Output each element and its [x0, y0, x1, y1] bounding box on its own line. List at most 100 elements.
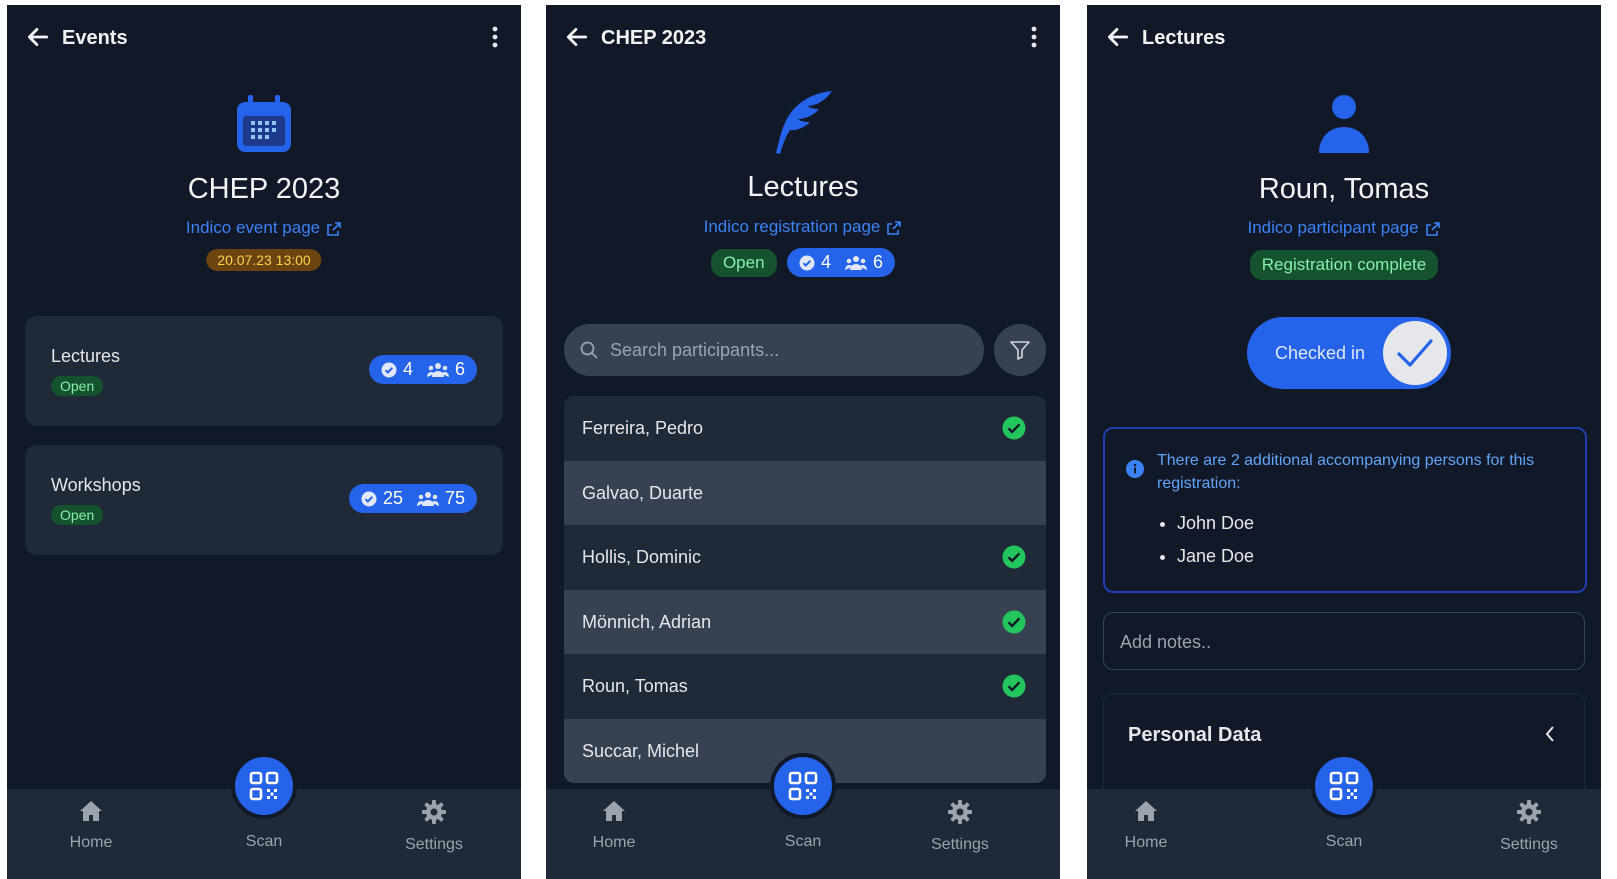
- checked-in-icon: [1002, 610, 1026, 633]
- top-bar: Lectures: [1087, 5, 1601, 67]
- external-link-icon: [327, 221, 341, 236]
- gear-icon: [948, 800, 972, 824]
- total-count: 75: [444, 488, 465, 508]
- notes-input[interactable]: [1118, 613, 1562, 671]
- indico-participant-link[interactable]: Indico participant page: [1087, 218, 1601, 238]
- participant-row[interactable]: Hollis, Dominic: [564, 525, 1046, 590]
- nav-label: Home: [1124, 834, 1168, 851]
- more-options-icon[interactable]: [491, 23, 499, 51]
- top-bar-title: Lectures: [1142, 27, 1226, 49]
- regform-card-lectures[interactable]: Lectures Open 4 6: [25, 316, 503, 426]
- nav-settings[interactable]: Settings: [1479, 799, 1579, 854]
- link-text[interactable]: Indico participant page: [1247, 218, 1418, 237]
- bottom-nav: Home Scan Settings: [1087, 753, 1601, 879]
- nav-home[interactable]: Home: [41, 799, 141, 852]
- info-icon: [1126, 460, 1144, 478]
- link-text[interactable]: Indico event page: [186, 218, 320, 237]
- back-arrow-icon[interactable]: [1105, 24, 1131, 50]
- participant-name: Mönnich, Adrian: [582, 611, 712, 632]
- link-text[interactable]: Indico registration page: [704, 217, 881, 236]
- regform-title: Lectures: [747, 171, 859, 203]
- checked-count: 25: [382, 488, 403, 508]
- nav-settings[interactable]: Settings: [384, 799, 484, 854]
- nav-settings[interactable]: Settings: [910, 799, 1010, 854]
- nav-scan-label[interactable]: Scan: [785, 833, 821, 851]
- search-icon: [580, 341, 598, 359]
- stats-badge: 4 6: [368, 355, 477, 384]
- chevron-left-icon[interactable]: [1544, 724, 1556, 744]
- search-placeholder: Search participants...: [610, 340, 780, 360]
- status-badge: Open: [51, 376, 104, 396]
- event-date-badge: 20.07.23 13:00: [206, 249, 322, 271]
- back-arrow-icon[interactable]: [25, 24, 51, 50]
- total-count: 6: [873, 252, 884, 272]
- toggle-knob[interactable]: [1383, 321, 1447, 385]
- checked-in-icon: [1002, 674, 1026, 698]
- status-badge: Open: [710, 248, 777, 277]
- check-circle-icon: [381, 362, 397, 377]
- checkmark-icon: [1397, 339, 1433, 367]
- status-badge: Open: [51, 505, 104, 525]
- stats-badge: 25 75: [348, 484, 477, 513]
- filter-button[interactable]: [994, 324, 1046, 376]
- checked-in-icon: [1002, 416, 1026, 440]
- nav-home[interactable]: Home: [1096, 799, 1196, 852]
- participant-row[interactable]: Ferreira, Pedro: [564, 396, 1046, 461]
- scan-button[interactable]: [1311, 753, 1377, 819]
- section-title: Personal Data: [1128, 724, 1262, 746]
- home-icon: [80, 801, 102, 821]
- checked-count: 4: [402, 359, 413, 379]
- person-item: Jane Doe: [1177, 540, 1254, 573]
- indico-registration-link[interactable]: Indico registration page: [546, 217, 1060, 237]
- nav-home[interactable]: Home: [564, 799, 664, 852]
- participant-list: Ferreira, Pedro Galvao, Duarte Hollis, Dom…: [564, 396, 1046, 783]
- check-circle-icon: [799, 255, 815, 270]
- nav-scan-label[interactable]: Scan: [1326, 833, 1362, 851]
- check-circle-icon: [361, 491, 377, 506]
- participant-row[interactable]: Mönnich, Adrian: [564, 589, 1046, 654]
- users-icon: [416, 491, 439, 506]
- stats-badge: 4 6: [787, 248, 896, 277]
- back-arrow-icon[interactable]: [564, 24, 590, 50]
- checked-count: 4: [821, 252, 832, 272]
- nav-scan-label[interactable]: Scan: [246, 833, 282, 851]
- events-screen: Events CHEP 2023 Indico event page 20.07…: [7, 5, 521, 879]
- search-input[interactable]: Search participants...: [564, 324, 984, 376]
- filter-icon: [1010, 341, 1030, 360]
- calendar-icon: [237, 95, 291, 152]
- checked-in-icon: [1002, 545, 1026, 569]
- top-bar-title: Events: [62, 27, 128, 49]
- scan-button[interactable]: [231, 753, 297, 819]
- info-message: There are 2 additional accompanying pers…: [1157, 452, 1535, 492]
- gear-icon: [422, 800, 446, 824]
- nav-label: Settings: [405, 836, 463, 853]
- person-item: John Doe: [1177, 507, 1254, 540]
- participant-row[interactable]: Galvao, Duarte: [564, 460, 1046, 525]
- notes-field[interactable]: [1103, 612, 1585, 671]
- qr-code-icon: [788, 771, 818, 801]
- check-in-toggle[interactable]: Checked in: [1247, 317, 1451, 389]
- more-options-icon[interactable]: [1030, 23, 1038, 51]
- status-row: Open 4 6: [546, 248, 1060, 277]
- regform-title: Workshops: [51, 475, 141, 495]
- qr-code-icon: [1329, 771, 1359, 801]
- nav-label: Home: [592, 834, 636, 851]
- participant-name: Hollis, Dominic: [582, 547, 702, 567]
- registration-status-badge: Registration complete: [1249, 250, 1439, 280]
- top-bar-title: CHEP 2023: [601, 27, 707, 49]
- qr-code-icon: [249, 771, 279, 801]
- gear-icon: [1517, 800, 1541, 824]
- participant-row[interactable]: Roun, Tomas: [564, 654, 1046, 719]
- participant-name: Galvao, Duarte: [582, 482, 704, 503]
- scan-button[interactable]: [770, 753, 836, 819]
- regform-card-workshops[interactable]: Workshops Open 25 75: [25, 445, 503, 555]
- top-bar: Events: [7, 5, 521, 67]
- event-title: CHEP 2023: [187, 173, 341, 205]
- nav-label: Settings: [1500, 836, 1558, 853]
- home-icon: [1135, 801, 1157, 821]
- persons-list: John Doe Jane Doe: [1157, 507, 1254, 573]
- accompanying-persons-info: There are 2 additional accompanying pers…: [1103, 427, 1587, 593]
- indico-event-link[interactable]: Indico event page: [7, 218, 521, 238]
- bottom-nav: Home Scan Settings: [546, 753, 1060, 879]
- users-icon: [426, 362, 449, 377]
